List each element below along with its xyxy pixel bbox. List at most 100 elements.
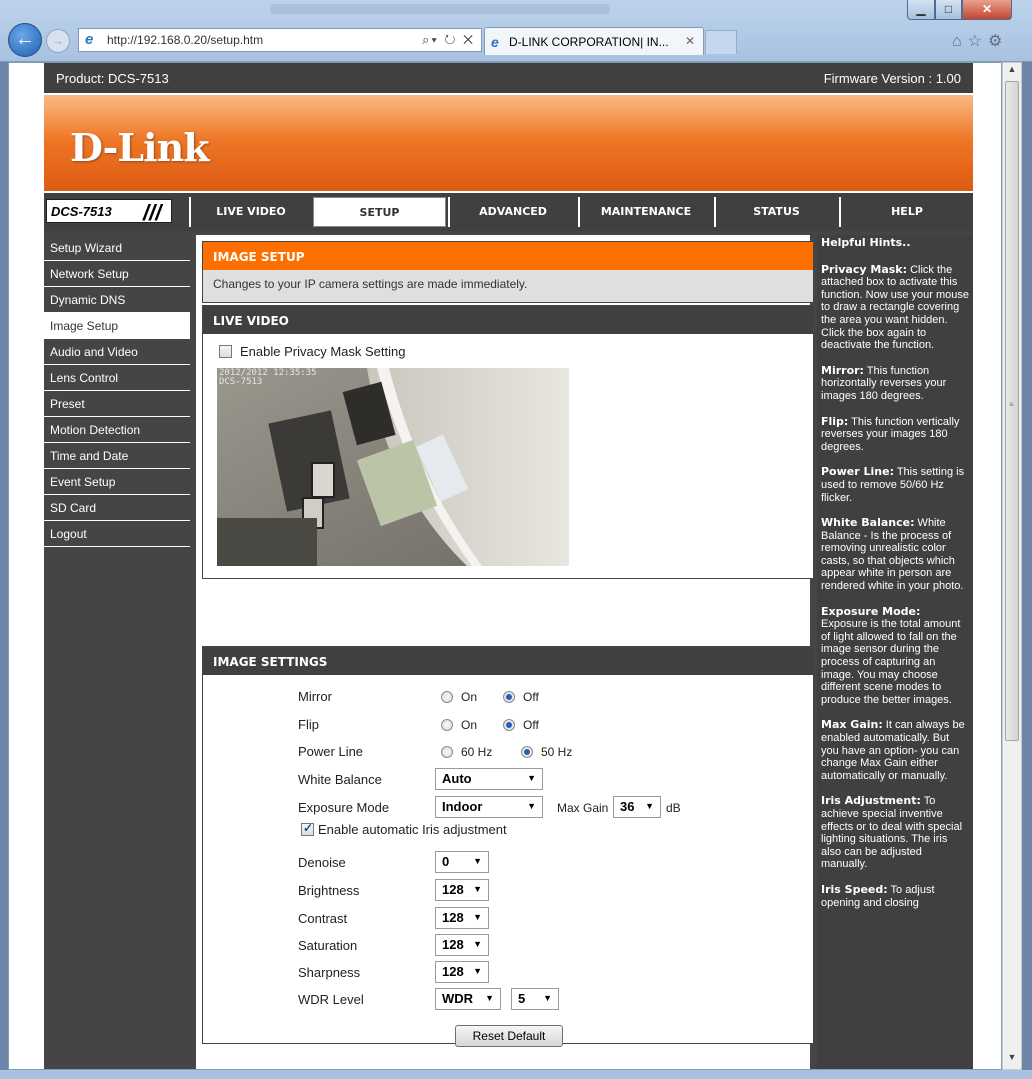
chevron-down-icon: ▼ bbox=[473, 884, 482, 894]
address-bar[interactable]: e http://192.168.0.20/setup.htm ⌕▾ ↻ ✕ bbox=[78, 28, 482, 52]
section-title: IMAGE SETUP bbox=[203, 242, 813, 270]
image-setup-section: IMAGE SETUP Changes to your IP camera se… bbox=[202, 241, 814, 303]
privacy-mask-row[interactable]: Enable Privacy Mask Setting bbox=[219, 344, 405, 359]
chevron-down-icon: ▼ bbox=[543, 993, 552, 1003]
hint-iris-speed: Iris Speed: To adjust opening and closin… bbox=[821, 882, 935, 909]
sidebar-item-network-setup[interactable]: Network Setup bbox=[44, 261, 190, 287]
brightness-label: Brightness bbox=[298, 883, 360, 898]
hint-iris-adjustment: Iris Adjustment: To achieve special inve… bbox=[821, 794, 963, 871]
product-bar: Product: DCS-7513 Firmware Version : 1.0… bbox=[44, 63, 973, 93]
tab-setup[interactable]: SETUP bbox=[313, 197, 446, 227]
white-balance-select[interactable]: Auto ▼ bbox=[435, 768, 543, 790]
sidebar-item-setup-wizard[interactable]: Setup Wizard bbox=[44, 235, 190, 261]
model-slashes: /// bbox=[143, 200, 162, 225]
live-video-feed[interactable]: 2012/2012 12:35:35 DCS-7513 bbox=[217, 368, 569, 566]
hint-mirror: Mirror: This function horizontally rever… bbox=[821, 363, 947, 402]
product-label: Product: DCS-7513 bbox=[56, 71, 169, 86]
max-gain-select[interactable]: 36 ▼ bbox=[613, 796, 661, 818]
tab-maintenance[interactable]: MAINTENANCE bbox=[578, 197, 712, 227]
video-timestamp: 2012/2012 12:35:35 DCS-7513 bbox=[219, 368, 317, 387]
dlink-logo: D-Link bbox=[70, 125, 210, 170]
privacy-mask-checkbox[interactable] bbox=[219, 345, 232, 358]
dlink-banner: D-Link bbox=[44, 93, 973, 193]
grip-icon: ≡ bbox=[1009, 400, 1014, 409]
ie-icon: e bbox=[85, 31, 94, 48]
setup-note: Changes to your IP camera settings are m… bbox=[203, 270, 813, 302]
power-line-label: Power Line bbox=[298, 744, 364, 759]
tab-live-video[interactable]: LIVE VIDEO bbox=[189, 197, 311, 227]
browser-tab[interactable]: e D-LINK CORPORATION| IN... ✕ bbox=[484, 27, 704, 55]
home-favorites-settings-icons[interactable]: ⌂☆⚙ bbox=[952, 31, 1008, 51]
contrast-select[interactable]: 128 ▼ bbox=[435, 907, 489, 929]
wdr-level-select[interactable]: 5 ▼ bbox=[511, 988, 559, 1010]
chevron-down-icon: ▼ bbox=[473, 939, 482, 949]
flip-label: Flip bbox=[298, 717, 319, 732]
firmware-label: Firmware Version : 1.00 bbox=[823, 71, 961, 86]
sharpness-select[interactable]: 128 ▼ bbox=[435, 961, 489, 983]
chevron-down-icon: ▼ bbox=[473, 912, 482, 922]
page-viewport: Product: DCS-7513 Firmware Version : 1.0… bbox=[8, 62, 1002, 1070]
flip-on-radio[interactable]: On bbox=[441, 718, 477, 732]
sidebar-item-lens-control[interactable]: Lens Control bbox=[44, 365, 190, 391]
forward-button[interactable]: → bbox=[46, 29, 70, 53]
tab-advanced[interactable]: ADVANCED bbox=[448, 197, 576, 227]
iris-row[interactable]: Enable automatic Iris adjustment bbox=[301, 821, 507, 837]
sidebar-item-audio-video[interactable]: Audio and Video bbox=[44, 339, 190, 365]
sidebar-item-motion-detection[interactable]: Motion Detection bbox=[44, 417, 190, 443]
hint-power-line: Power Line: This setting is used to remo… bbox=[821, 465, 965, 504]
window-frame-bottom bbox=[0, 1070, 1032, 1079]
denoise-select[interactable]: 0 ▼ bbox=[435, 851, 489, 873]
sidebar: Setup Wizard Network Setup Dynamic DNS I… bbox=[44, 235, 190, 547]
tab-help[interactable]: HELP bbox=[839, 197, 973, 227]
saturation-select[interactable]: 128 ▼ bbox=[435, 934, 489, 956]
chevron-down-icon: ▼ bbox=[527, 801, 536, 811]
scroll-down-icon[interactable]: ▼ bbox=[1004, 1052, 1020, 1068]
iris-checkbox[interactable] bbox=[301, 821, 314, 836]
mirror-off-radio[interactable]: Off bbox=[503, 690, 539, 704]
chevron-down-icon: ▼ bbox=[473, 856, 482, 866]
hint-white-balance: White Balance: White Balance - Is the pr… bbox=[821, 516, 964, 593]
wdr-select[interactable]: WDR ▼ bbox=[435, 988, 501, 1010]
mirror-on-radio[interactable]: On bbox=[441, 690, 477, 704]
mirror-label: Mirror bbox=[298, 689, 332, 704]
window-title bbox=[270, 4, 610, 14]
exposure-mode-select[interactable]: Indoor ▼ bbox=[435, 796, 543, 818]
search-refresh-stop-icons[interactable]: ⌕▾ ↻ ✕ bbox=[422, 32, 475, 48]
hint-flip: Flip: This function vertically reverses … bbox=[821, 414, 960, 453]
reset-default-button[interactable]: Reset Default bbox=[455, 1025, 563, 1047]
chevron-down-icon: ▼ bbox=[527, 773, 536, 783]
sidebar-item-preset[interactable]: Preset bbox=[44, 391, 190, 417]
sidebar-item-sd-card[interactable]: SD Card bbox=[44, 495, 190, 521]
sidebar-item-dynamic-dns[interactable]: Dynamic DNS bbox=[44, 287, 190, 313]
ie-tab-icon: e bbox=[491, 34, 499, 50]
image-settings-section: IMAGE SETTINGS Mirror On Off Flip On Off… bbox=[202, 646, 814, 1047]
scroll-up-icon[interactable]: ▲ bbox=[1004, 64, 1020, 80]
sidebar-item-event-setup[interactable]: Event Setup bbox=[44, 469, 190, 495]
help-title: Helpful Hints.. bbox=[821, 236, 911, 249]
model-box: DCS-7513 /// bbox=[46, 199, 172, 225]
vertical-scrollbar[interactable]: ▲ ≡ ▼ bbox=[1002, 62, 1022, 1070]
sidebar-item-time-date[interactable]: Time and Date bbox=[44, 443, 190, 469]
chevron-down-icon: ▼ bbox=[645, 801, 654, 811]
tab-status[interactable]: STATUS bbox=[714, 197, 837, 227]
brightness-select[interactable]: 128 ▼ bbox=[435, 879, 489, 901]
model-name: DCS-7513 bbox=[51, 204, 112, 219]
minimize-button[interactable]: ▁ bbox=[907, 0, 935, 20]
browser-chrome: ▁ □ ✕ ← → e http://192.168.0.20/setup.ht… bbox=[0, 0, 1032, 62]
sidebar-item-image-setup[interactable]: Image Setup bbox=[44, 313, 190, 339]
power-60hz-radio[interactable]: 60 Hz bbox=[441, 745, 492, 759]
tab-title: D-LINK CORPORATION| IN... bbox=[509, 35, 669, 49]
sharpness-label: Sharpness bbox=[298, 965, 361, 980]
camera-image bbox=[217, 368, 569, 566]
scroll-thumb[interactable]: ≡ bbox=[1005, 81, 1019, 741]
tab-close-icon[interactable]: ✕ bbox=[685, 34, 695, 48]
sidebar-item-logout[interactable]: Logout bbox=[44, 521, 190, 547]
section-title: IMAGE SETTINGS bbox=[203, 647, 813, 675]
live-video-section: LIVE VIDEO Enable Privacy Mask Setting 2… bbox=[202, 305, 814, 579]
new-tab-button[interactable] bbox=[705, 30, 737, 54]
maximize-button[interactable]: □ bbox=[935, 0, 962, 20]
close-window-button[interactable]: ✕ bbox=[962, 0, 1012, 20]
power-50hz-radio[interactable]: 50 Hz bbox=[521, 745, 572, 759]
flip-off-radio[interactable]: Off bbox=[503, 718, 539, 732]
back-button[interactable]: ← bbox=[8, 23, 42, 57]
